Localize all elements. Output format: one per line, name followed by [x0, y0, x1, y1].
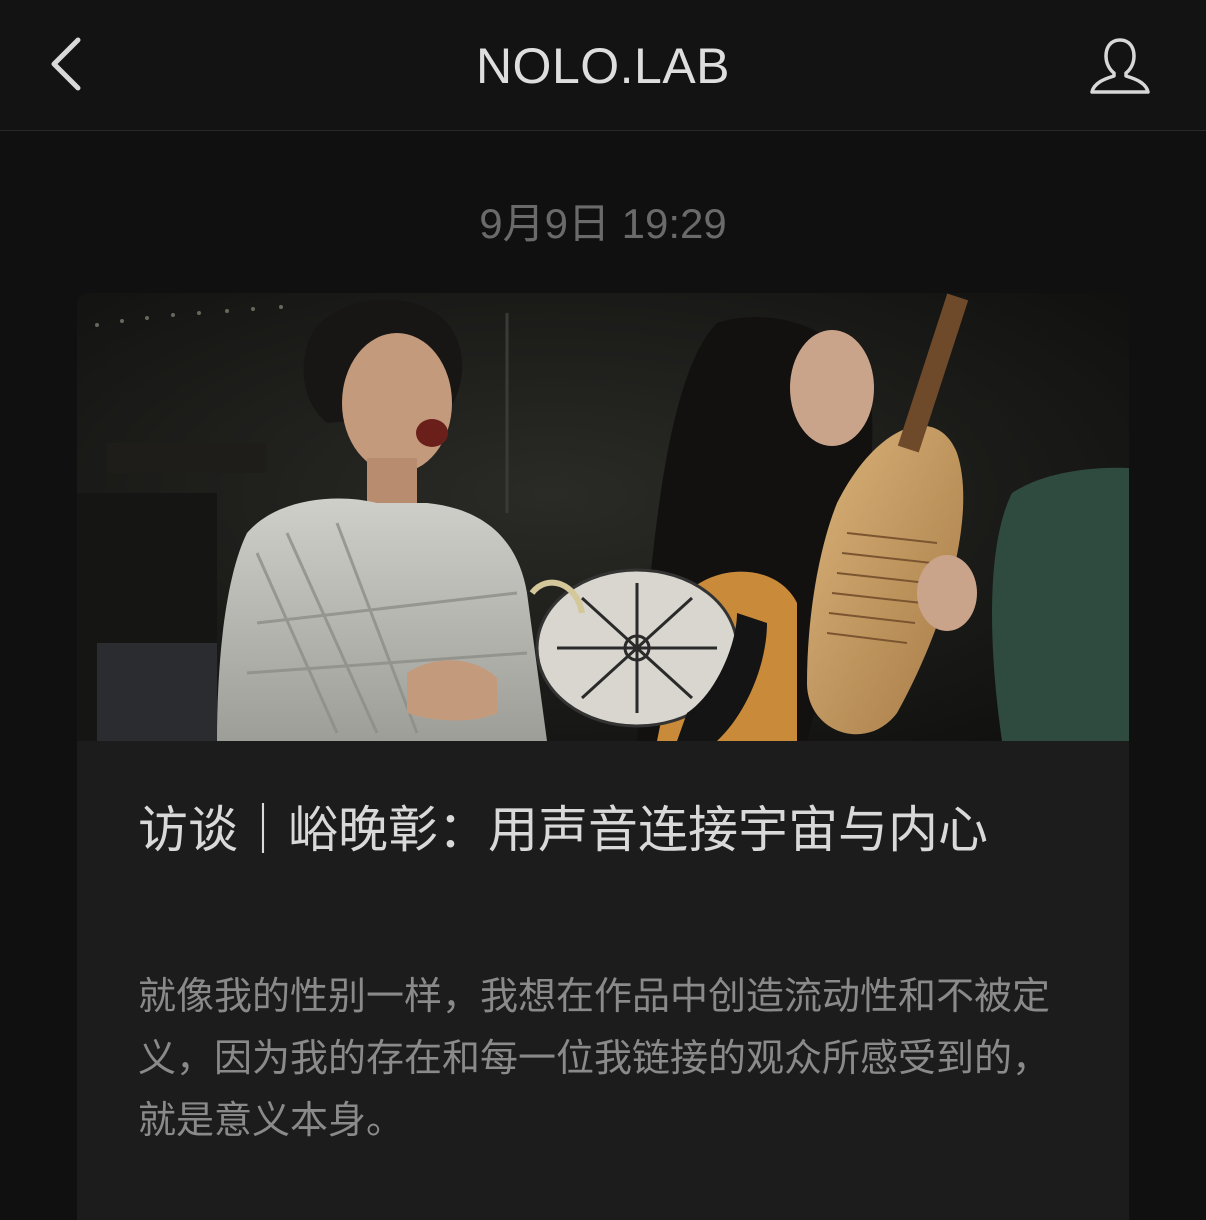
top-navigation-bar: NOLO.LAB	[0, 0, 1206, 131]
user-icon	[1090, 38, 1150, 94]
chevron-left-icon	[51, 37, 81, 91]
profile-button[interactable]	[1080, 28, 1160, 104]
back-button[interactable]	[30, 28, 102, 100]
article-cover-image[interactable]	[77, 293, 1129, 741]
chat-page: NOLO.LAB 9月9日 19:29 访谈｜峪晚彰：用声音连接宇宙与内心 就像…	[0, 0, 1206, 1220]
article-title[interactable]: 访谈｜峪晚彰：用声音连接宇宙与内心	[138, 791, 1068, 869]
chat-title: NOLO.LAB	[475, 38, 731, 94]
article-card[interactable]: 访谈｜峪晚彰：用声音连接宇宙与内心 就像我的性别一样，我想在作品中创造流动性和不…	[77, 293, 1129, 1220]
message-timestamp: 9月9日 19:29	[479, 200, 727, 247]
cover-photo	[77, 293, 1129, 741]
article-summary: 就像我的性别一样，我想在作品中创造流动性和不被定义，因为我的存在和每一位我链接的…	[138, 974, 1051, 1142]
